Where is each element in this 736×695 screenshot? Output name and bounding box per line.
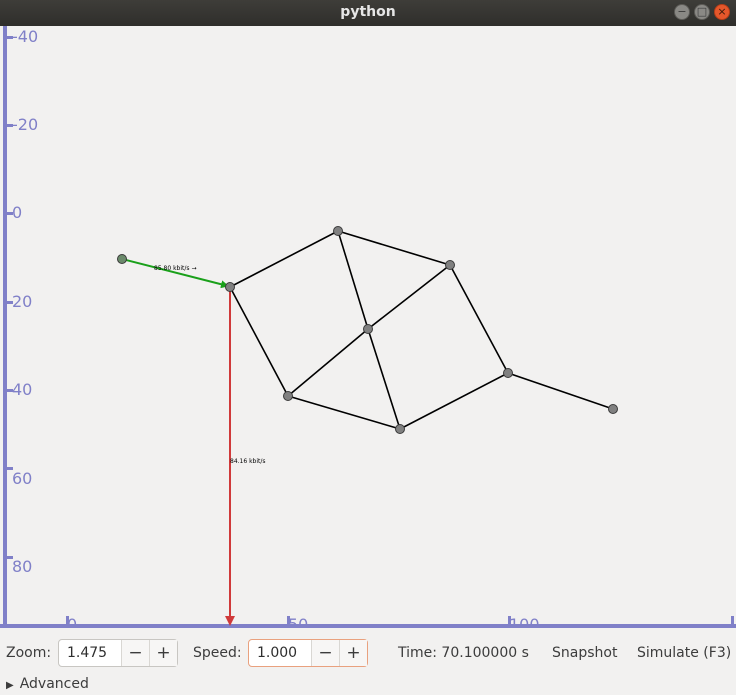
network-link: [399, 372, 509, 430]
minimize-icon[interactable]: −: [674, 4, 690, 20]
network-node[interactable]: [608, 404, 618, 414]
network-node[interactable]: [503, 368, 513, 378]
network-node[interactable]: [117, 254, 127, 264]
network-link: [337, 230, 369, 330]
expander-arrow-icon: ▶: [6, 680, 14, 691]
y-tick-label: -20: [12, 115, 38, 134]
network-link: [449, 264, 509, 374]
network-node[interactable]: [395, 424, 405, 434]
network-node[interactable]: [445, 260, 455, 270]
speed-increase-button[interactable]: +: [339, 640, 367, 666]
network-link: [367, 264, 451, 330]
y-tick-label: 80: [12, 557, 32, 576]
close-icon[interactable]: ×: [714, 4, 730, 20]
flow-arrow-green: [121, 258, 229, 289]
network-canvas[interactable]: -40 -20 0 20 40 60 80 0 50 100 85.80 kbi…: [0, 26, 736, 628]
network-link: [287, 328, 369, 397]
y-tick-label: 40: [12, 380, 32, 399]
speed-decrease-button[interactable]: −: [311, 640, 339, 666]
window-title: python: [340, 4, 396, 20]
x-tick-label: 100: [509, 615, 540, 628]
network-link: [229, 230, 339, 288]
network-node[interactable]: [283, 391, 293, 401]
speed-input[interactable]: 1.000: [249, 640, 311, 666]
y-tick-label: 0: [12, 203, 22, 222]
time-readout: Time: 70.100000 s: [398, 645, 529, 661]
network-link: [367, 328, 401, 430]
network-link: [229, 286, 289, 397]
flow-label: 85.80 kbit/s →: [154, 265, 196, 272]
network-link: [287, 395, 401, 430]
speed-label: Speed:: [193, 645, 242, 661]
flow-label: 84.16 kbit/s: [230, 458, 266, 465]
y-tick-label: 60: [12, 469, 32, 488]
network-node[interactable]: [363, 324, 373, 334]
zoom-label: Zoom:: [6, 645, 52, 661]
speed-spinbutton: 1.000 − +: [248, 639, 368, 667]
zoom-spinbutton: 1.475 − +: [58, 639, 178, 667]
y-tick-label: 20: [12, 292, 32, 311]
zoom-increase-button[interactable]: +: [149, 640, 177, 666]
control-toolbar: Zoom: 1.475 − + Speed: 1.000 − + Time: 7…: [0, 636, 736, 670]
network-link: [337, 230, 451, 266]
y-axis-ruler: [3, 26, 7, 627]
title-bar: python − □ ×: [0, 0, 736, 26]
advanced-label: Advanced: [19, 676, 89, 692]
network-node[interactable]: [225, 282, 235, 292]
network-node[interactable]: [333, 226, 343, 236]
network-link: [507, 372, 614, 410]
snapshot-button[interactable]: Snapshot: [552, 645, 617, 661]
maximize-icon[interactable]: □: [694, 4, 710, 20]
simulate-button[interactable]: Simulate (F3): [637, 645, 731, 661]
zoom-decrease-button[interactable]: −: [121, 640, 149, 666]
x-tick: [731, 616, 734, 626]
zoom-input[interactable]: 1.475: [59, 640, 121, 666]
x-axis-ruler: [0, 624, 736, 628]
x-tick-label: 0: [67, 615, 77, 628]
advanced-expander[interactable]: ▶ Advanced: [6, 676, 89, 692]
y-tick-label: -40: [12, 27, 38, 46]
x-tick-label: 50: [288, 615, 308, 628]
